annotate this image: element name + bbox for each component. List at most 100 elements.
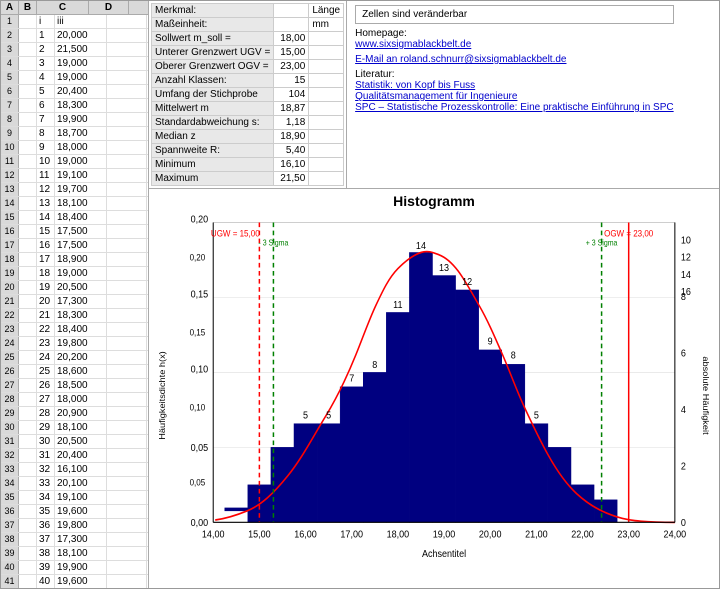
cell-a[interactable]: [19, 421, 37, 434]
cell-b[interactable]: 25: [37, 365, 55, 378]
cell-b[interactable]: 38: [37, 547, 55, 560]
cell-b[interactable]: 39: [37, 561, 55, 574]
cell-d[interactable]: [107, 29, 147, 42]
cell-c[interactable]: 19,000: [55, 57, 107, 70]
cell-c[interactable]: 19,100: [55, 491, 107, 504]
cell-b[interactable]: 37: [37, 533, 55, 546]
cell-a[interactable]: [19, 309, 37, 322]
cell-b[interactable]: 35: [37, 505, 55, 518]
cell-d[interactable]: [107, 71, 147, 84]
cell-d[interactable]: [107, 351, 147, 364]
cell-a[interactable]: [19, 85, 37, 98]
cell-c[interactable]: 19,800: [55, 519, 107, 532]
cell-a[interactable]: [19, 463, 37, 476]
cell-d[interactable]: [107, 295, 147, 308]
cell-d[interactable]: [107, 281, 147, 294]
cell-a[interactable]: [19, 505, 37, 518]
cell-b[interactable]: 10: [37, 155, 55, 168]
cell-d[interactable]: [107, 309, 147, 322]
cell-c[interactable]: 20,100: [55, 477, 107, 490]
email-link[interactable]: E-Mail an roland.schnurr@sixsigmablackbe…: [355, 54, 566, 65]
cell-a[interactable]: [19, 113, 37, 126]
cell-b[interactable]: 1: [37, 29, 55, 42]
cell-b[interactable]: 5: [37, 85, 55, 98]
cell-b[interactable]: 24: [37, 351, 55, 364]
cell-b[interactable]: 6: [37, 99, 55, 112]
cell-d[interactable]: [107, 561, 147, 574]
cell-c[interactable]: 20,500: [55, 281, 107, 294]
cell-c[interactable]: 19,800: [55, 337, 107, 350]
cell-a[interactable]: [19, 57, 37, 70]
cell-a[interactable]: [19, 197, 37, 210]
cell-c[interactable]: 19,000: [55, 267, 107, 280]
cell-b[interactable]: 15: [37, 225, 55, 238]
cell-a[interactable]: [19, 393, 37, 406]
cell-a[interactable]: [19, 267, 37, 280]
cell-b[interactable]: 36: [37, 519, 55, 532]
cell-d[interactable]: [107, 225, 147, 238]
cell-c[interactable]: 19,100: [55, 169, 107, 182]
cell-d[interactable]: [107, 15, 147, 28]
cell-c[interactable]: 20,400: [55, 449, 107, 462]
cell-c[interactable]: 19,600: [55, 575, 107, 588]
cell-c[interactable]: 20,400: [55, 85, 107, 98]
cell-d[interactable]: [107, 477, 147, 490]
cell-c[interactable]: 18,600: [55, 365, 107, 378]
cell-b[interactable]: 3: [37, 57, 55, 70]
cell-b[interactable]: 16: [37, 239, 55, 252]
cell-a[interactable]: [19, 281, 37, 294]
cell-a[interactable]: [19, 253, 37, 266]
cell-a[interactable]: [19, 211, 37, 224]
cell-c[interactable]: 19,900: [55, 561, 107, 574]
cell-d[interactable]: [107, 407, 147, 420]
cell-c[interactable]: 18,300: [55, 309, 107, 322]
cell-c[interactable]: 19,000: [55, 155, 107, 168]
param-value[interactable]: 15,00: [274, 46, 309, 60]
cell-b[interactable]: 18: [37, 267, 55, 280]
cell-d[interactable]: [107, 519, 147, 532]
cell-c[interactable]: 18,000: [55, 141, 107, 154]
cell-a[interactable]: [19, 477, 37, 490]
cell-a[interactable]: [19, 127, 37, 140]
param-value[interactable]: 18,87: [274, 102, 309, 116]
cell-b[interactable]: 11: [37, 169, 55, 182]
cell-d[interactable]: [107, 547, 147, 560]
cell-d[interactable]: [107, 211, 147, 224]
param-value[interactable]: 5,40: [274, 144, 309, 158]
cell-d[interactable]: [107, 449, 147, 462]
cell-d[interactable]: [107, 127, 147, 140]
cell-b[interactable]: 8: [37, 127, 55, 140]
cell-a[interactable]: [19, 169, 37, 182]
cell-d[interactable]: [107, 463, 147, 476]
cell-c[interactable]: 20,200: [55, 351, 107, 364]
cell-d[interactable]: [107, 323, 147, 336]
cell-d[interactable]: [107, 337, 147, 350]
cell-a[interactable]: [19, 379, 37, 392]
cell-b[interactable]: 12: [37, 183, 55, 196]
cell-c[interactable]: 17,300: [55, 533, 107, 546]
cell-a[interactable]: [19, 365, 37, 378]
cell-d[interactable]: [107, 505, 147, 518]
cell-d[interactable]: [107, 421, 147, 434]
cell-b[interactable]: 21: [37, 309, 55, 322]
cell-c[interactable]: 18,000: [55, 393, 107, 406]
cell-d[interactable]: [107, 155, 147, 168]
cell-d[interactable]: [107, 141, 147, 154]
cell-c[interactable]: 17,300: [55, 295, 107, 308]
cell-a[interactable]: [19, 449, 37, 462]
cell-c[interactable]: 19,000: [55, 71, 107, 84]
param-value[interactable]: 18,90: [274, 130, 309, 144]
cell-a[interactable]: [19, 407, 37, 420]
lit3-link[interactable]: SPC – Statistische Prozesskontrolle: Ein…: [355, 102, 674, 113]
cell-c[interactable]: 16,100: [55, 463, 107, 476]
cell-d[interactable]: [107, 85, 147, 98]
cell-c[interactable]: 18,900: [55, 253, 107, 266]
cell-d[interactable]: [107, 239, 147, 252]
cell-a[interactable]: [19, 295, 37, 308]
cell-c[interactable]: 19,700: [55, 183, 107, 196]
cell-c[interactable]: iii: [55, 15, 107, 28]
cell-c[interactable]: 17,500: [55, 225, 107, 238]
cell-c[interactable]: 20,500: [55, 435, 107, 448]
cell-b[interactable]: 23: [37, 337, 55, 350]
cell-b[interactable]: 20: [37, 295, 55, 308]
